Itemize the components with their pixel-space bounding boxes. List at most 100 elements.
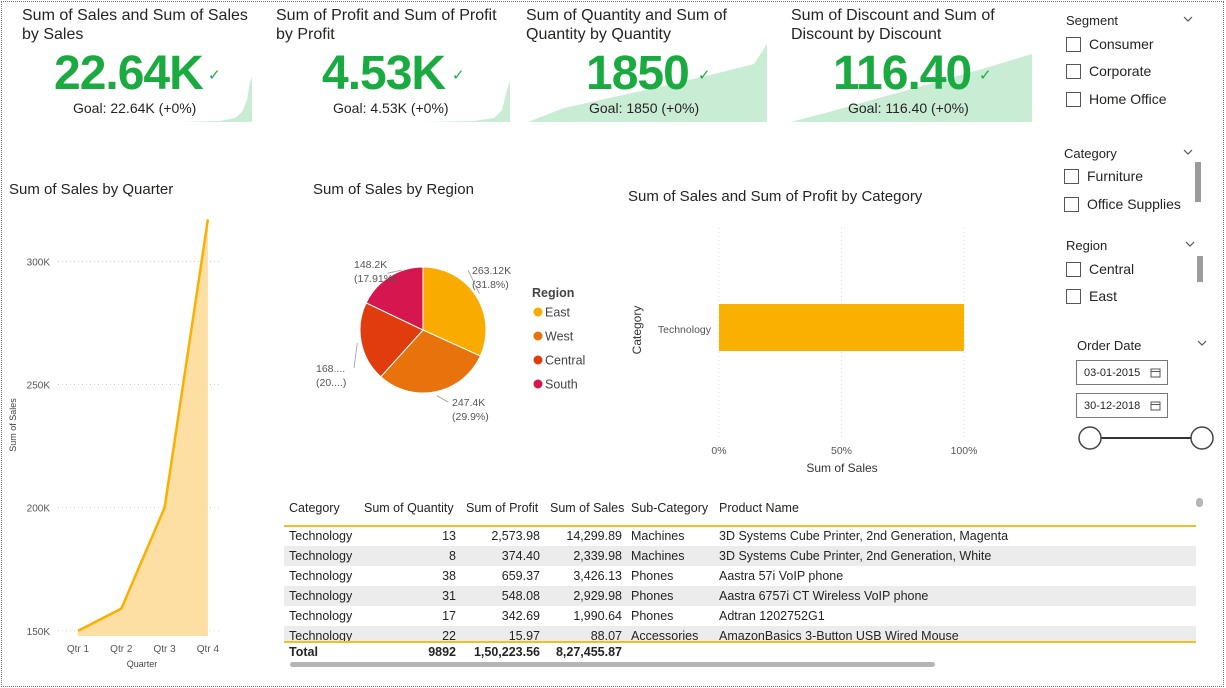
column-header[interactable]: Sum of Sales bbox=[550, 501, 624, 515]
legend-item[interactable]: East bbox=[545, 306, 571, 320]
kpi-card-discount[interactable]: Sum of Discount and Sum of Discount by Di… bbox=[789, 4, 1032, 126]
cell-profit: 2,573.98 bbox=[491, 529, 540, 543]
cell-quantity: 17 bbox=[442, 609, 456, 623]
table-row[interactable]: Technology 38 659.37 3,426.13 Phones Aastra 5… bbox=[284, 566, 1196, 586]
kpi-card-sales[interactable]: Sum of Sales and Sum of Sales by Sales 22… bbox=[20, 4, 252, 126]
chevron-down-icon[interactable] bbox=[1183, 14, 1193, 24]
legend-item[interactable]: Central bbox=[545, 354, 585, 368]
checkbox[interactable] bbox=[1064, 196, 1079, 212]
chevron-down-icon[interactable] bbox=[1183, 147, 1193, 157]
segment-slicer-title: Segment bbox=[1066, 13, 1119, 28]
cell-product-name: Aastra 6757i CT Wireless VoIP phone bbox=[719, 589, 929, 603]
cell-subcategory: Phones bbox=[631, 569, 674, 583]
cell-quantity: 38 bbox=[442, 569, 456, 583]
total-quantity: 9892 bbox=[428, 645, 456, 659]
kpi-title: Sum of Profit and Sum of Profit by Profit bbox=[276, 7, 497, 43]
y-axis-label: Category bbox=[630, 306, 644, 355]
cell-subcategory: Machines bbox=[631, 549, 685, 563]
table-row[interactable]: Technology 13 2,573.98 14,299.89 Machines 3D … bbox=[284, 526, 1196, 546]
data-label: 168.... bbox=[316, 363, 345, 375]
end-date-value: 30-12-2018 bbox=[1084, 399, 1141, 412]
bar-technology[interactable] bbox=[719, 304, 964, 351]
column-header[interactable]: Sum of Profit bbox=[466, 501, 538, 515]
cell-category: Technology bbox=[289, 569, 353, 583]
x-tick-label: 50% bbox=[831, 445, 852, 457]
end-date-input[interactable]: 30-12-2018 bbox=[1076, 393, 1168, 418]
column-header[interactable]: Sub-Category bbox=[631, 501, 708, 515]
data-label-pct: (29.9%) bbox=[452, 411, 489, 423]
cell-category: Technology bbox=[289, 529, 353, 543]
date-range-slider[interactable] bbox=[1076, 424, 1216, 452]
column-header[interactable]: Product Name bbox=[719, 501, 799, 515]
sales-profit-by-category-chart[interactable]: 0% 50% 100% Technology Sum of Sales Category bbox=[620, 210, 1000, 480]
legend-swatch bbox=[533, 355, 543, 365]
kpi-title: Sum of Sales and Sum of Sales by Sales bbox=[22, 7, 248, 43]
segment-option[interactable]: Consumer bbox=[1066, 36, 1154, 52]
region-scrollbar[interactable] bbox=[1197, 256, 1203, 282]
calendar-icon[interactable] bbox=[1150, 400, 1161, 411]
category-option[interactable]: Office Supplies bbox=[1064, 196, 1181, 212]
data-label: 148.2K bbox=[354, 259, 387, 271]
sales-by-region-pie[interactable]: 263.12K (31.8%) 247.4K (29.9%) 168.... (20...… bbox=[300, 250, 620, 440]
category-option[interactable]: Furniture bbox=[1064, 168, 1143, 184]
table-horizontal-scrollbar[interactable] bbox=[290, 662, 935, 667]
leader-line bbox=[436, 395, 449, 403]
kpi-value: 116.40 bbox=[833, 47, 972, 100]
sales-by-quarter-chart[interactable]: 150K 200K 250K 300K Qtr 1 Qtr 2 Qtr 3 Qtr 4 Quar… bbox=[0, 200, 240, 672]
y-tick-label: 300K bbox=[27, 257, 51, 268]
table-row[interactable]: Technology 17 342.69 1,990.64 Phones Adtran 1… bbox=[284, 606, 1196, 626]
table-row[interactable]: Technology 31 548.08 2,929.98 Phones Aastra 6… bbox=[284, 586, 1196, 606]
cell-sales: 1,990.64 bbox=[573, 609, 622, 623]
y-axis-label: Sum of Sales bbox=[8, 398, 18, 452]
start-date-input[interactable]: 03-01-2015 bbox=[1076, 360, 1168, 385]
y-tick-label: 200K bbox=[27, 504, 51, 515]
table-row[interactable]: Technology 8 374.40 2,339.98 Machines 3D Syst… bbox=[284, 546, 1196, 566]
segment-option[interactable]: Corporate bbox=[1066, 63, 1151, 79]
chevron-down-icon[interactable] bbox=[1197, 338, 1207, 348]
cell-profit: 548.08 bbox=[501, 589, 540, 603]
checkbox[interactable] bbox=[1066, 36, 1081, 52]
region-option[interactable]: Central bbox=[1066, 261, 1134, 277]
column-header[interactable]: Sum of Quantity bbox=[364, 501, 454, 515]
column-header[interactable]: Category bbox=[289, 501, 340, 515]
legend-item[interactable]: West bbox=[545, 330, 574, 344]
cell-product-name: 3D Systems Cube Printer, 2nd Generation,… bbox=[719, 549, 992, 563]
checkbox[interactable] bbox=[1066, 288, 1081, 304]
x-axis-label: Quarter bbox=[127, 659, 158, 669]
start-date-value: 03-01-2015 bbox=[1084, 366, 1141, 379]
table-vertical-scrollbar[interactable] bbox=[1196, 498, 1203, 507]
slider-handle-end[interactable] bbox=[1190, 426, 1214, 450]
chevron-down-icon[interactable] bbox=[1185, 239, 1195, 249]
cell-quantity: 8 bbox=[449, 549, 456, 563]
segment-option[interactable]: Home Office bbox=[1066, 91, 1167, 107]
x-tick-label: Qtr 4 bbox=[197, 644, 220, 655]
category-chart-title: Sum of Sales and Sum of Profit by Catego… bbox=[628, 188, 923, 205]
table-row[interactable]: Technology 22 15.97 88.07 Accessories AmazonB… bbox=[284, 626, 1196, 642]
checkbox[interactable] bbox=[1066, 63, 1081, 79]
total-sales: 8,27,455.87 bbox=[555, 645, 622, 659]
kpi-card-profit[interactable]: Sum of Profit and Sum of Profit by Profit… bbox=[274, 4, 510, 126]
data-label-pct: (17.91%) bbox=[354, 273, 397, 285]
cell-product-name: Aastra 57i VoIP phone bbox=[719, 569, 844, 583]
category-scrollbar[interactable] bbox=[1195, 162, 1201, 202]
kpi-goal: Goal: 22.64K (+0%) bbox=[73, 100, 197, 116]
region-option[interactable]: East bbox=[1066, 288, 1117, 304]
quarter-chart-title: Sum of Sales by Quarter bbox=[9, 181, 174, 198]
checkbox[interactable] bbox=[1064, 168, 1079, 184]
cell-sales: 2,929.98 bbox=[573, 589, 622, 603]
checkmark-icon: ✓ bbox=[452, 67, 465, 84]
kpi-card-quantity[interactable]: Sum of Quantity and Sum of Quantity by Qu… bbox=[524, 4, 767, 126]
kpi-goal: Goal: 1850 (+0%) bbox=[589, 100, 700, 116]
legend-item[interactable]: South bbox=[545, 378, 578, 392]
data-label: 263.12K bbox=[472, 265, 511, 277]
y-tick-label: 150K bbox=[27, 627, 51, 638]
checkbox[interactable] bbox=[1066, 91, 1081, 107]
x-tick-label: 0% bbox=[711, 445, 726, 457]
checkbox[interactable] bbox=[1066, 261, 1081, 277]
y-tick-label: Technology bbox=[658, 324, 712, 336]
slider-handle-start[interactable] bbox=[1078, 426, 1102, 450]
region-slicer-title: Region bbox=[1066, 238, 1108, 253]
kpi-value: 1850 bbox=[586, 47, 690, 100]
calendar-icon[interactable] bbox=[1150, 367, 1161, 378]
kpi-title: Sum of Discount and Sum of Discount by Di… bbox=[791, 7, 995, 43]
